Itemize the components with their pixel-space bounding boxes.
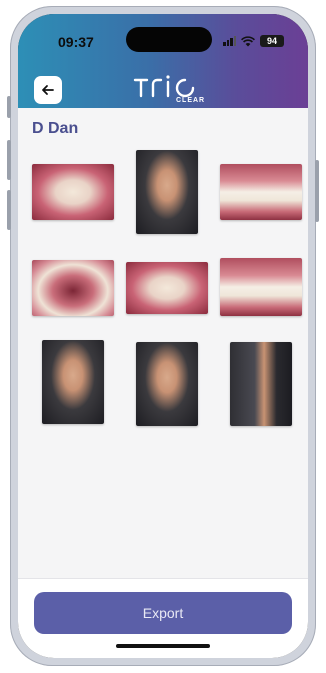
arrow-left-icon [42,85,54,95]
status-icons: 94 [223,35,284,47]
status-time: 09:37 [58,34,94,50]
home-indicator[interactable] [116,644,210,648]
battery-icon: 94 [260,35,284,47]
three-quarter-smile-photo[interactable] [42,340,104,424]
right-buccal-photo[interactable] [220,164,302,220]
wifi-icon [241,35,255,46]
bottom-action-bar: Export [18,578,308,658]
signal-icon [223,36,236,46]
side-button [7,96,11,118]
lower-occlusal-photo[interactable] [32,260,114,316]
profile-photo[interactable] [230,342,292,426]
frontal-smile-photo[interactable] [136,342,198,426]
export-button[interactable]: Export [34,592,292,634]
power-button [315,160,319,222]
phone-screen: 09:37 94 CLEAR D Dan Export [18,14,308,658]
volume-up-button [7,140,11,180]
upper-occlusal-photo[interactable] [32,164,114,220]
frontal-face-photo[interactable] [136,150,198,234]
logo-subtext: CLEAR [176,97,206,104]
left-buccal-photo[interactable] [220,258,302,316]
volume-down-button [7,190,11,230]
frontal-intraoral-photo[interactable] [126,262,208,314]
back-button[interactable] [34,76,62,104]
app-header: 09:37 94 CLEAR [18,14,308,108]
patient-name: D Dan [32,120,79,137]
dynamic-island [126,27,212,52]
photo-content: D Dan [18,108,308,578]
